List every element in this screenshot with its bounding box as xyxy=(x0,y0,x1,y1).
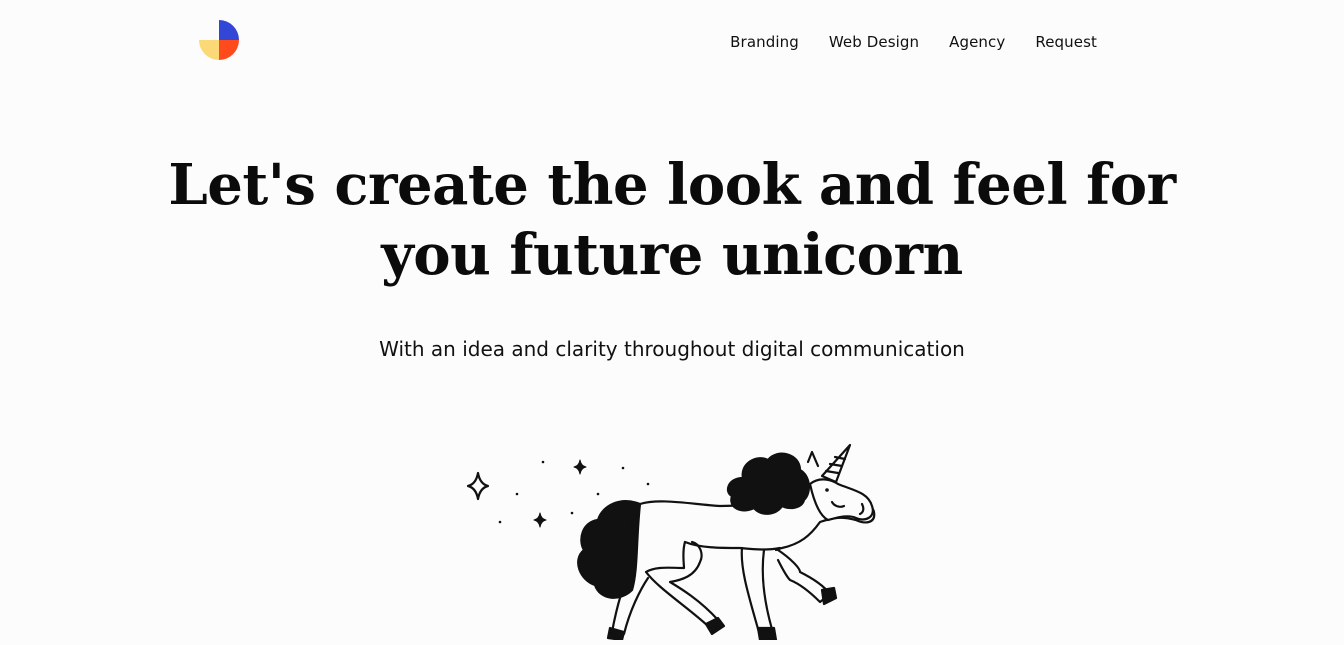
nav-link-web-design[interactable]: Web Design xyxy=(829,33,919,51)
unicorn-illustration-icon xyxy=(460,440,890,642)
nav-link-agency[interactable]: Agency xyxy=(949,33,1005,51)
hero-subtitle: With an idea and clarity throughout digi… xyxy=(379,337,965,361)
hero-headline: Let's create the look and feel for you f… xyxy=(0,150,1344,290)
logo-icon[interactable] xyxy=(199,20,239,60)
hero-headline-line2: you future unicorn xyxy=(381,222,963,288)
main-nav: Branding Web Design Agency Request xyxy=(730,33,1097,51)
nav-link-branding[interactable]: Branding xyxy=(730,33,799,51)
hero-headline-line1: Let's create the look and feel for xyxy=(168,152,1176,218)
nav-link-request[interactable]: Request xyxy=(1035,33,1097,51)
